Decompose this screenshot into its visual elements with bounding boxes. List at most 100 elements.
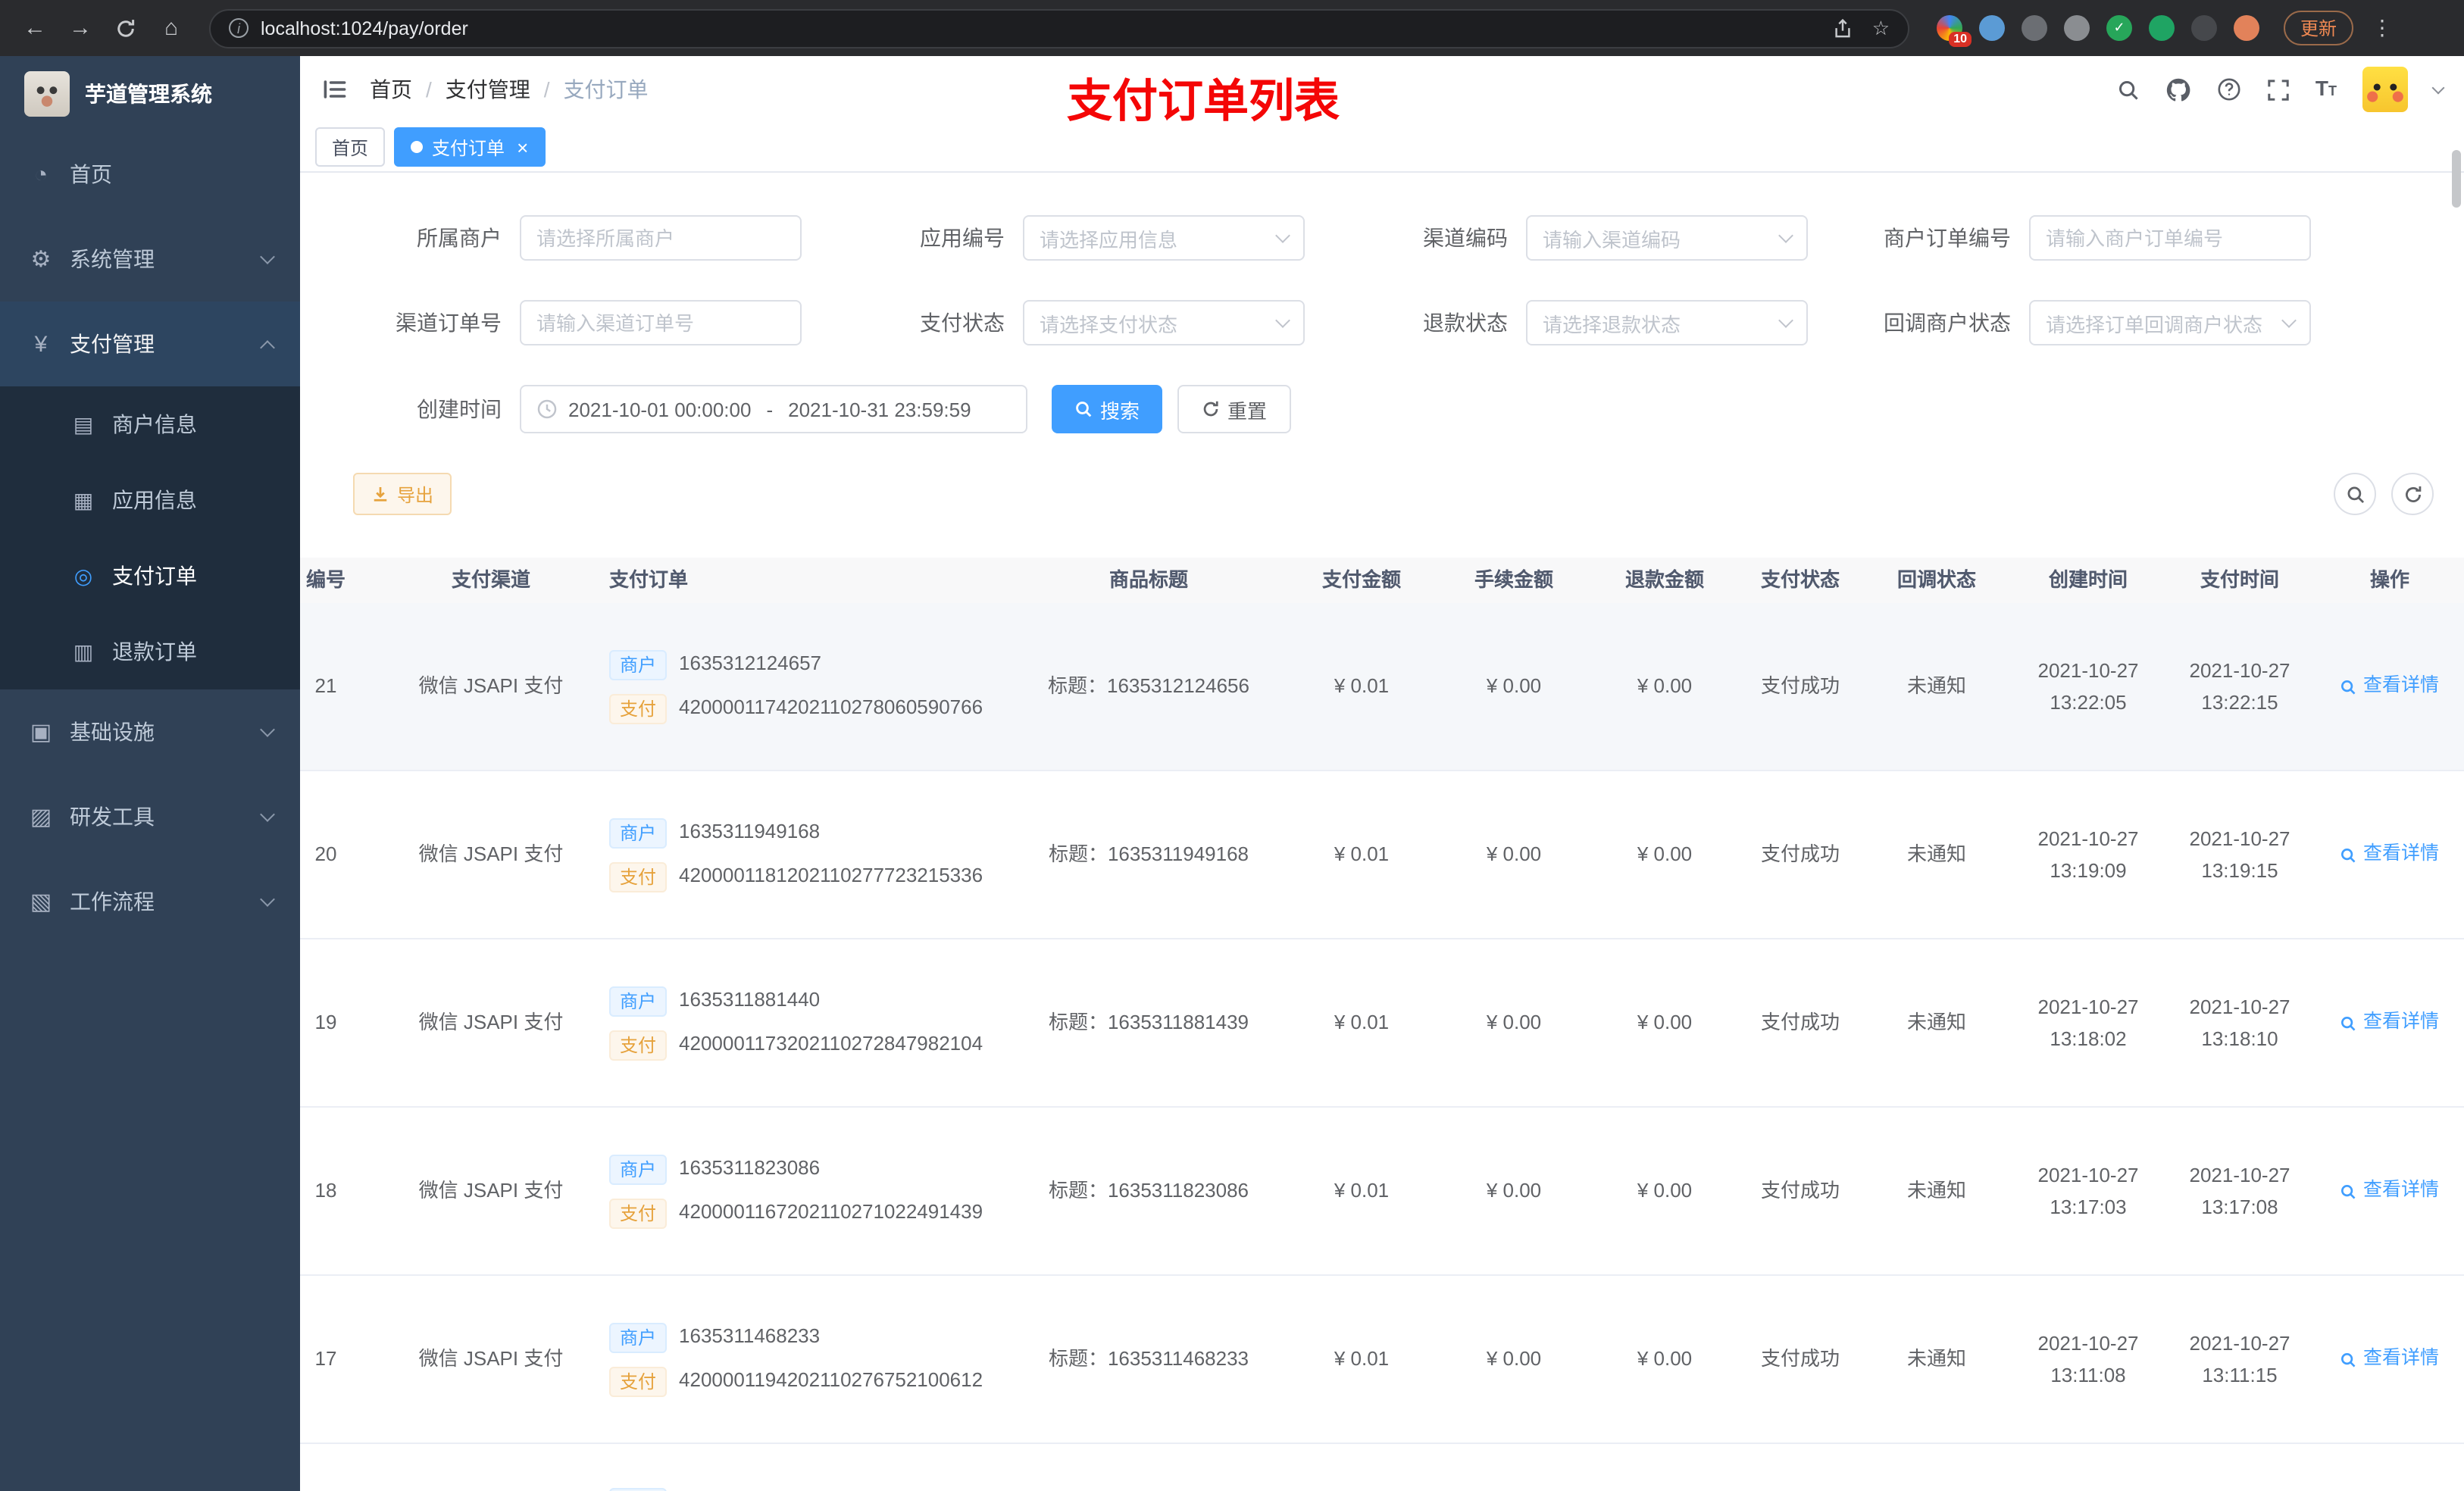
table-row: 商户1635311157126	[300, 1444, 2464, 1491]
view-detail-link[interactable]: 查看详情	[2340, 1178, 2439, 1205]
date-end: 2021-10-31 23:59:59	[788, 398, 971, 420]
merchant-select[interactable]	[520, 215, 802, 261]
merchant-tag: 商户	[609, 986, 668, 1016]
extension-icon-check[interactable]: ✓	[2106, 15, 2132, 41]
share-icon[interactable]	[1833, 17, 1854, 39]
close-icon[interactable]: ×	[517, 136, 528, 158]
filter-label: 渠道订单号	[396, 311, 502, 335]
search-icon[interactable]	[2117, 78, 2140, 101]
sidebar-item-payment[interactable]: ¥ 支付管理	[0, 302, 300, 386]
tag-view-bar: 首页 支付订单 ×	[300, 123, 2464, 173]
sidebar-item-refund-order[interactable]: ▥ 退款订单	[0, 614, 300, 689]
app-logo[interactable]: 芋道管理系统	[0, 56, 300, 132]
reload-icon[interactable]	[106, 8, 145, 48]
toggle-search-button[interactable]	[2334, 473, 2376, 515]
help-icon[interactable]	[2217, 77, 2241, 102]
site-info-icon[interactable]: i	[229, 18, 249, 38]
sidebar-item-workflow[interactable]: ▧ 工作流程	[0, 859, 300, 944]
table-header: 编号 支付渠道 支付订单 商品标题 支付金额 手续金额 退款金额 支付状态 回调…	[300, 558, 2464, 603]
merchant-tag: 商户	[609, 1154, 668, 1184]
table-toolbar: 导出	[353, 473, 2434, 515]
search-icon	[2341, 847, 2356, 862]
view-detail-link[interactable]: 查看详情	[2340, 674, 2439, 700]
home-icon[interactable]: ⌂	[152, 8, 191, 48]
sidebar-item-home[interactable]: ◔ 首页	[0, 132, 300, 217]
tab-home[interactable]: 首页	[315, 127, 386, 167]
breadcrumb-payment[interactable]: 支付管理	[446, 74, 530, 105]
back-icon[interactable]: ←	[15, 8, 55, 48]
search-icon	[2341, 1183, 2356, 1199]
extension-icon-colorwheel[interactable]: 10	[1937, 15, 1972, 47]
chevron-down-icon	[2281, 313, 2297, 328]
view-detail-link[interactable]: 查看详情	[2340, 1010, 2439, 1036]
extension-icon-dark[interactable]	[2191, 15, 2217, 41]
search-button[interactable]: 搜索	[1052, 385, 1163, 433]
sidebar-item-devtools[interactable]: ▨ 研发工具	[0, 774, 300, 859]
search-icon	[2347, 486, 2364, 503]
chevron-down-icon	[260, 892, 275, 907]
channel-order-no-input[interactable]	[520, 300, 802, 345]
chevron-down-icon	[260, 807, 275, 822]
extension-icon-drop[interactable]	[1979, 15, 2005, 41]
tab-pay-order[interactable]: 支付订单 ×	[394, 127, 546, 167]
sidebar-item-merchant-info[interactable]: ▤ 商户信息	[0, 386, 300, 462]
refresh-icon	[2405, 485, 2421, 502]
extension-icon-gray1[interactable]	[2022, 15, 2047, 41]
sidebar-item-pay-order[interactable]: ◎ 支付订单	[0, 538, 300, 614]
table-row: 21 微信 JSAPI 支付 商户 1635312124657 支付 4200001…	[300, 603, 2464, 771]
refund-status-select[interactable]: 请选择退款状态	[1526, 300, 1808, 345]
export-button[interactable]: 导出	[353, 473, 452, 515]
github-icon[interactable]	[2165, 77, 2191, 102]
bookmark-star-icon[interactable]: ☆	[1872, 16, 1890, 40]
col-amount: 支付金额	[1321, 567, 1401, 591]
notify-status-select[interactable]: 请选择订单回调商户状态	[2029, 300, 2311, 345]
refresh-icon	[1203, 401, 1218, 417]
col-fee: 手续金额	[1474, 567, 1553, 591]
payment-submenu: ▤ 商户信息 ▦ 应用信息 ◎ 支付订单 ▥ 退款订单	[0, 386, 300, 689]
refresh-button[interactable]	[2391, 473, 2434, 515]
document-icon: ▥	[73, 639, 94, 663]
col-refund: 退款金额	[1624, 567, 1704, 591]
header-icons: TT	[2117, 67, 2464, 112]
merchant-tag: 商户	[609, 649, 668, 680]
col-channel: 支付渠道	[451, 567, 530, 591]
merchant-tag: 商户	[609, 1322, 668, 1352]
forward-icon[interactable]: →	[61, 8, 100, 48]
create-time-range-picker[interactable]: 2021-10-01 00:00:00 - 2021-10-31 23:59:5…	[520, 385, 1027, 433]
app-select[interactable]: 请选择应用信息	[1023, 215, 1305, 261]
extension-badge: 10	[1949, 32, 1972, 47]
url-text: localhost:1024/pay/order	[261, 17, 468, 39]
chrome-menu-icon[interactable]: ⋮	[2372, 15, 2393, 41]
fullscreen-icon[interactable]	[2267, 78, 2290, 101]
reset-button[interactable]: 重置	[1177, 385, 1292, 433]
page-scrollbar-thumb[interactable]	[2452, 150, 2461, 208]
sidebar-item-app-info[interactable]: ▦ 应用信息	[0, 462, 300, 538]
target-icon: ◎	[73, 563, 93, 587]
chevron-up-icon	[260, 339, 275, 355]
annotation-title: 支付订单列表	[1067, 77, 1340, 127]
yen-icon: ¥	[34, 331, 48, 357]
view-detail-link[interactable]: 查看详情	[2340, 1346, 2439, 1373]
dashboard-icon: ◔	[33, 161, 48, 187]
sidebar-item-infra[interactable]: ▣ 基础设施	[0, 689, 300, 774]
view-detail-link[interactable]: 查看详情	[2340, 842, 2439, 868]
url-bar[interactable]: i localhost:1024/pay/order ☆	[209, 8, 1909, 48]
merchant-tag: 商户	[609, 1488, 668, 1491]
sidebar-item-system[interactable]: ⚙ 系统管理	[0, 217, 300, 302]
chevron-down-icon[interactable]	[2431, 80, 2445, 94]
merchant-order-no-input[interactable]	[2029, 215, 2311, 261]
extension-icon-green[interactable]	[2149, 15, 2175, 41]
col-pay-time: 支付时间	[2200, 567, 2279, 591]
chevron-down-icon	[1778, 313, 1793, 328]
breadcrumb-home[interactable]: 首页	[370, 74, 412, 105]
profile-avatar[interactable]	[2234, 15, 2259, 41]
pay-status-select[interactable]: 请选择支付状态	[1023, 300, 1305, 345]
extension-icons: 10 ✓	[1937, 15, 2259, 47]
filter-label: 所属商户	[417, 226, 502, 250]
font-size-icon[interactable]: TT	[2315, 76, 2337, 103]
user-avatar[interactable]	[2362, 67, 2408, 112]
hamburger-icon[interactable]	[321, 76, 349, 103]
extension-icon-gray2[interactable]	[2064, 15, 2090, 41]
channel-code-select[interactable]: 请输入渠道编码	[1526, 215, 1808, 261]
chrome-update-button[interactable]: 更新	[2284, 11, 2354, 45]
